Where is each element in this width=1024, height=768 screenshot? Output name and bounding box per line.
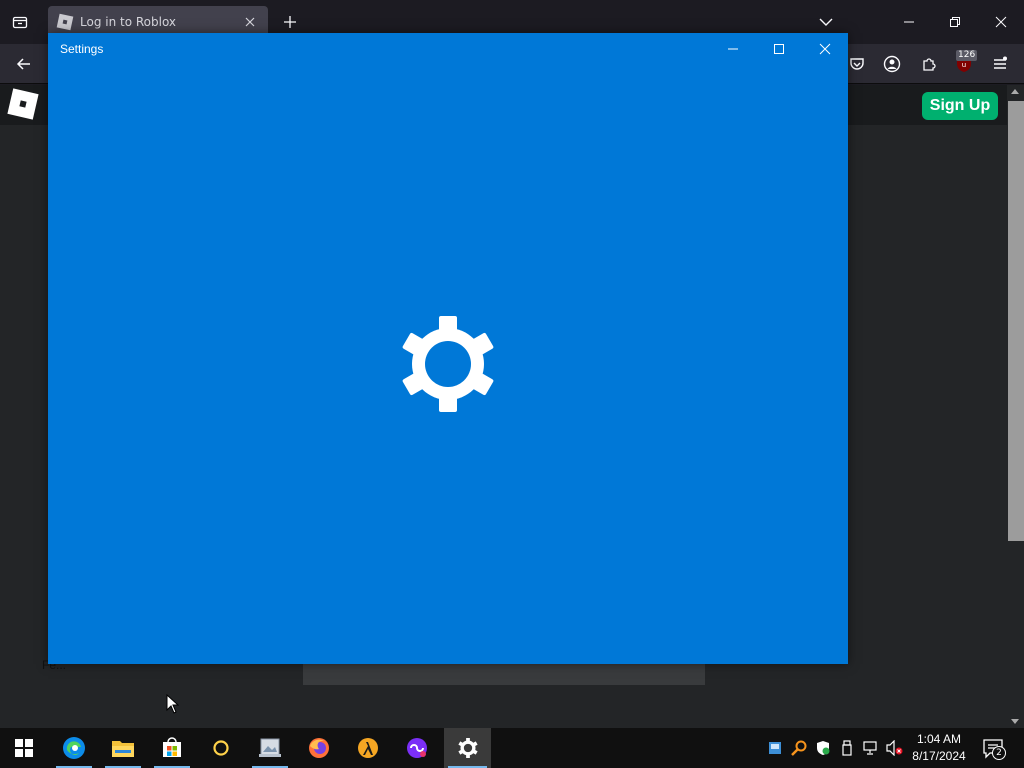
tray-app-icon[interactable]	[765, 738, 785, 758]
settings-maximize-icon[interactable]	[756, 33, 802, 65]
new-tab-icon[interactable]	[280, 12, 300, 32]
settings-window: Settings	[48, 33, 848, 664]
back-arrow-icon[interactable]	[12, 52, 36, 76]
notification-count-badge: 2	[992, 746, 1006, 760]
image-viewer-icon[interactable]	[248, 728, 292, 768]
pocket-icon[interactable]	[845, 52, 869, 76]
defender-icon[interactable]	[813, 738, 833, 758]
clock-time: 1:04 AM	[916, 732, 962, 746]
svg-text:u: u	[962, 61, 966, 69]
volume-muted-icon[interactable]	[885, 738, 905, 758]
settings-title: Settings	[60, 42, 104, 56]
close-window-icon[interactable]	[986, 8, 1016, 36]
firefox-icon[interactable]	[297, 728, 341, 768]
chevron-down-icon[interactable]	[816, 12, 836, 32]
roblox-logo-icon[interactable]	[7, 88, 39, 120]
menu-icon[interactable]	[988, 52, 1012, 76]
tab-title: Log in to Roblox	[80, 15, 177, 29]
account-icon[interactable]	[880, 52, 904, 76]
mouse-cursor-icon	[166, 694, 180, 714]
page-scrollbar[interactable]	[1007, 85, 1024, 728]
half-life-icon[interactable]	[346, 728, 390, 768]
settings-taskbar-icon[interactable]	[444, 728, 491, 768]
network-icon[interactable]	[861, 738, 881, 758]
file-explorer-icon[interactable]	[101, 728, 145, 768]
roblox-favicon-icon	[56, 13, 74, 31]
cortana-icon[interactable]	[199, 728, 243, 768]
scrollbar-thumb[interactable]	[1008, 101, 1024, 541]
sign-up-button[interactable]: Sign Up	[922, 92, 998, 120]
minimize-icon[interactable]	[894, 8, 924, 36]
settings-minimize-icon[interactable]	[710, 33, 756, 65]
scroll-down-icon[interactable]	[1011, 719, 1019, 724]
usb-icon[interactable]	[837, 738, 857, 758]
start-icon[interactable]	[2, 728, 46, 768]
settings-gear-icon	[402, 316, 494, 412]
app-icon[interactable]	[395, 728, 439, 768]
settings-close-icon[interactable]	[802, 33, 848, 65]
scroll-up-icon[interactable]	[1011, 89, 1019, 94]
extensions-icon[interactable]	[917, 52, 941, 76]
taskbar: 1:04 AM 8/17/2024 2	[0, 728, 1024, 768]
restore-icon[interactable]	[940, 8, 970, 36]
tab-list-icon[interactable]	[8, 10, 32, 34]
close-tab-icon[interactable]	[242, 14, 258, 30]
page-footer-strip	[303, 663, 705, 685]
edge-icon[interactable]	[52, 728, 96, 768]
taskbar-clock[interactable]: 1:04 AM 8/17/2024	[904, 731, 974, 765]
extension-badge: 126	[956, 50, 978, 61]
clock-date: 8/17/2024	[912, 749, 966, 763]
search-tray-icon[interactable]	[789, 738, 809, 758]
store-icon[interactable]	[150, 728, 194, 768]
